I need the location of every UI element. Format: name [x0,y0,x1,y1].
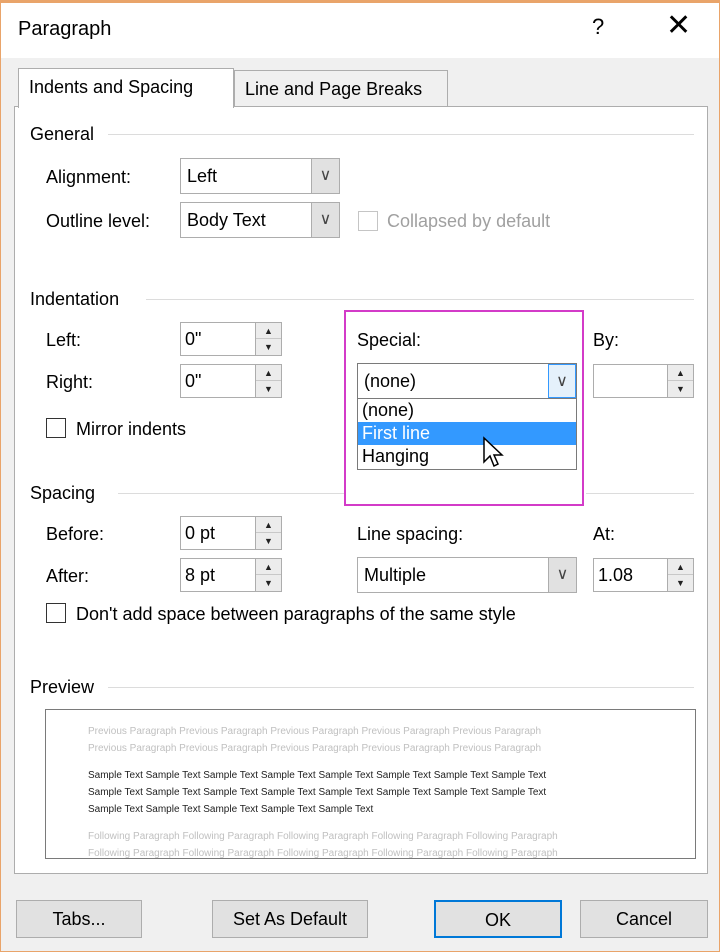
preview-pane: Previous Paragraph Previous Paragraph Pr… [45,709,696,859]
spin-down-button[interactable]: ▼ [256,381,281,397]
spacing-after-value: 8 pt [185,565,216,585]
line-spacing-label: Line spacing: [357,524,464,544]
close-button[interactable]: ✕ [666,8,691,43]
spacing-heading: Spacing [30,483,96,503]
indentation-heading: Indentation [30,289,120,309]
window-title: Paragraph [18,18,112,40]
chevron-down-icon[interactable]: ∨ [311,159,339,193]
special-option-none[interactable]: (none) [358,399,576,422]
special-dropdown-list: (none) First line Hanging [357,398,577,470]
indent-right-spinner[interactable]: 0" ▲ ▼ [180,364,282,398]
set-as-default-button[interactable]: Set As Default [212,900,368,938]
preview-sample-line: Sample Text Sample Text Sample Text Samp… [88,770,547,781]
by-label: By: [593,330,620,350]
spacing-before-label: Before: [46,524,105,544]
tab-indents-and-spacing[interactable]: Indents and Spacing [18,68,234,108]
at-spinner[interactable]: 1.08 ▲ ▼ [593,558,694,592]
spin-up-button[interactable]: ▲ [668,365,693,381]
indent-right-value: 0" [185,371,202,391]
indent-left-label: Left: [46,330,82,350]
spin-up-button[interactable]: ▲ [256,559,281,575]
preview-following-line: Following Paragraph Following Paragraph … [88,831,558,842]
mirror-indents-label: Mirror indents [76,419,187,439]
spacing-before-spinner[interactable]: 0 pt ▲ ▼ [180,516,282,550]
preview-previous-line: Previous Paragraph Previous Paragraph Pr… [88,726,542,737]
general-divider [108,134,694,135]
preview-previous-line: Previous Paragraph Previous Paragraph Pr… [88,743,542,754]
spacing-divider [118,493,344,494]
alignment-select[interactable]: Left ∨ [180,158,340,194]
spin-down-button[interactable]: ▼ [256,575,281,591]
dont-add-space-checkbox[interactable] [46,603,66,623]
spin-down-button[interactable]: ▼ [256,339,281,355]
collapsed-by-default-checkbox[interactable] [358,211,378,231]
preview-following-line: Following Paragraph Following Paragraph … [88,848,558,859]
spin-up-button[interactable]: ▲ [256,323,281,339]
outline-level-value: Body Text [187,210,266,230]
mirror-indents-checkbox[interactable] [46,418,66,438]
spinner-arrows-icon: ▲ ▼ [255,365,281,397]
general-heading: General [30,124,95,144]
spinner-arrows-icon: ▲ ▼ [667,559,693,591]
collapsed-by-default-label: Collapsed by default [387,211,551,231]
line-spacing-value: Multiple [364,565,427,585]
indent-right-label: Right: [46,372,94,392]
tab-label: Line and Page Breaks [245,79,423,99]
spin-up-button[interactable]: ▲ [256,365,281,381]
at-label: At: [593,524,616,544]
spacing-after-label: After: [46,566,90,586]
line-spacing-select[interactable]: Multiple ∨ [357,557,577,593]
tab-label: Indents and Spacing [29,77,194,97]
ok-button[interactable]: OK [434,900,562,938]
special-option-first-line[interactable]: First line [358,422,576,445]
chevron-down-icon[interactable]: ∨ [548,558,576,592]
spinner-arrows-icon: ▲ ▼ [667,365,693,397]
indentation-divider [146,299,694,300]
outline-level-label: Outline level: [46,211,151,231]
at-value: 1.08 [598,565,634,585]
spinner-arrows-icon: ▲ ▼ [255,323,281,355]
tab-line-and-page-breaks[interactable]: Line and Page Breaks [234,70,448,106]
preview-divider [108,687,694,688]
spacing-divider-right [586,493,694,494]
by-spinner[interactable]: ▲ ▼ [593,364,694,398]
spinner-arrows-icon: ▲ ▼ [255,517,281,549]
tabs-button[interactable]: Tabs... [16,900,142,938]
cancel-button[interactable]: Cancel [580,900,708,938]
chevron-down-icon[interactable]: ∨ [311,203,339,237]
alignment-value: Left [187,166,218,186]
dont-add-space-label: Don't add space between paragraphs of th… [76,604,516,624]
spin-down-button[interactable]: ▼ [256,533,281,549]
spin-down-button[interactable]: ▼ [668,575,693,591]
special-option-hanging[interactable]: Hanging [358,445,576,468]
spin-up-button[interactable]: ▲ [668,559,693,575]
spinner-arrows-icon: ▲ ▼ [255,559,281,591]
indent-left-value: 0" [185,329,202,349]
spacing-before-value: 0 pt [185,523,216,543]
indent-left-spinner[interactable]: 0" ▲ ▼ [180,322,282,356]
mouse-pointer-icon [483,436,504,468]
preview-heading: Preview [30,677,95,697]
spacing-after-spinner[interactable]: 8 pt ▲ ▼ [180,558,282,592]
outline-level-select[interactable]: Body Text ∨ [180,202,340,238]
preview-sample-line: Sample Text Sample Text Sample Text Samp… [88,787,547,798]
help-button[interactable]: ? [592,14,604,40]
spin-down-button[interactable]: ▼ [668,381,693,397]
alignment-label: Alignment: [46,167,132,187]
preview-sample-line: Sample Text Sample Text Sample Text Samp… [88,804,374,815]
spin-up-button[interactable]: ▲ [256,517,281,533]
